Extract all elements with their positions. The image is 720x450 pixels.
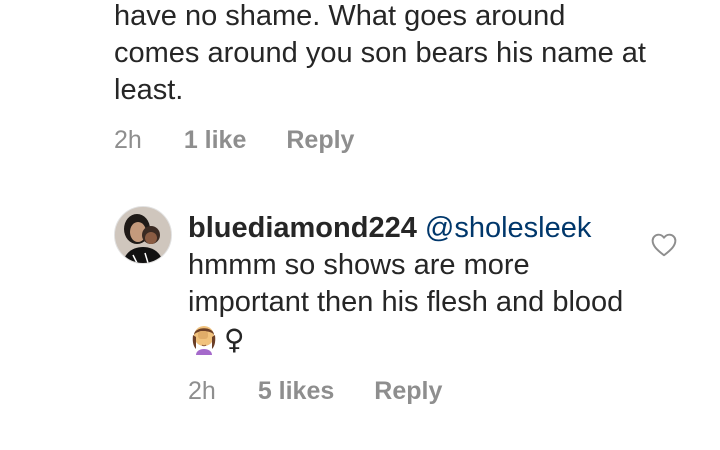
avatar[interactable] [114,206,172,264]
like-count-button[interactable]: 5 likes [258,377,334,406]
like-count-button[interactable]: 1 like [184,126,247,155]
parent-comment-meta: 2h 1 like Reply [114,126,354,155]
reply-comment-text: hmmm so shows are more important then hi… [188,249,624,318]
avatar-image [115,207,171,263]
comment-timestamp: 2h [188,377,216,405]
reply-button[interactable]: Reply [374,377,442,406]
reply-comment-body: bluediamond224 @sholesleek hmmm so shows… [188,210,638,365]
mention-link[interactable]: @sholesleek [425,212,591,244]
woman-facepalming-icon [188,323,220,365]
comment-username[interactable]: bluediamond224 [188,212,417,244]
parent-comment-text: have no shame. What goes around comes ar… [114,0,646,106]
comment-timestamp: 2h [114,126,142,154]
heart-outline-icon[interactable] [651,233,677,257]
reply-button[interactable]: Reply [286,126,354,155]
reply-comment-meta: 2h 5 likes Reply [188,377,442,406]
female-sign: ♀ [224,323,245,356]
